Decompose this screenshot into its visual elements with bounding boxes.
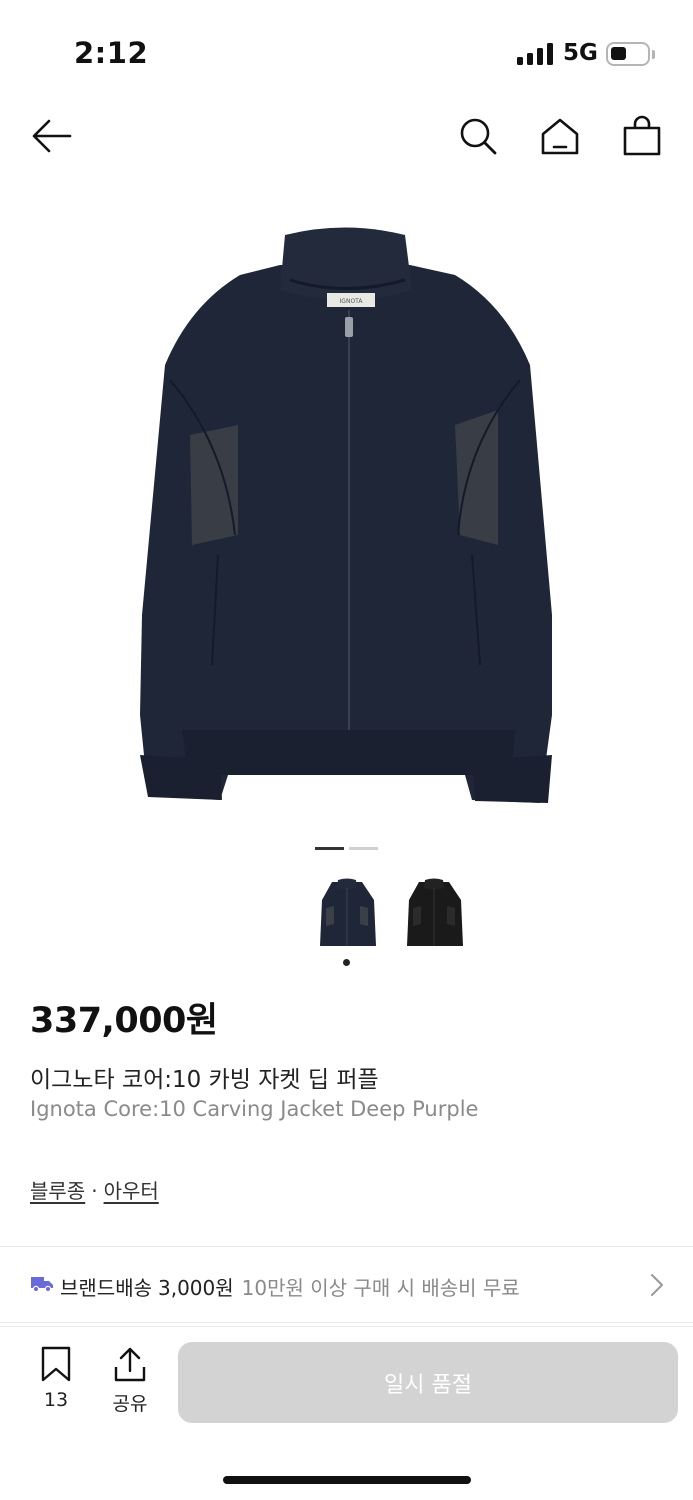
category-link-outer[interactable]: 아우터: [104, 1179, 159, 1203]
product-name-ko: 이그노타 코어:10 카빙 자켓 딥 퍼플: [30, 1067, 379, 1093]
carousel-indicator: [315, 847, 379, 851]
shipping-note: 10만원 이상 구매 시 배송비 무료: [241, 1276, 520, 1300]
share-icon: [114, 1347, 146, 1382]
product-name-en: Ignota Core:10 Carving Jacket Deep Purpl…: [30, 1097, 479, 1121]
category-link-blouson[interactable]: 블루종: [30, 1179, 85, 1203]
battery-icon: [606, 42, 650, 66]
thumbnail-selected-dot: [343, 959, 350, 966]
color-thumbnails: [310, 872, 480, 952]
thumbnail-navy[interactable]: [310, 872, 384, 952]
chevron-right-icon: [651, 1274, 663, 1296]
shipping-fee: 3,000원: [158, 1276, 234, 1300]
network-label: 5G: [563, 40, 598, 66]
share-label: 공유: [112, 1393, 148, 1415]
shopping-bag-icon[interactable]: [620, 114, 664, 158]
category-breadcrumb: 블루종 · 아우터: [30, 1175, 159, 1204]
carousel-indicator-inactive: [349, 847, 378, 850]
home-indicator[interactable]: [223, 1476, 471, 1484]
battery-cap: [652, 50, 655, 59]
category-separator: ·: [91, 1179, 98, 1203]
truck-icon: [31, 1277, 53, 1293]
divider: [0, 1246, 693, 1247]
search-icon[interactable]: [456, 114, 500, 158]
shipping-label: 브랜드배송: [60, 1276, 152, 1300]
shipping-text: 브랜드배송 3,000원 10만원 이상 구매 시 배송비 무료: [60, 1272, 520, 1301]
shipping-info-row[interactable]: 브랜드배송 3,000원 10만원 이상 구매 시 배송비 무료: [0, 1248, 693, 1322]
battery-fill: [611, 47, 627, 60]
thumbnail-black[interactable]: [397, 872, 471, 952]
bookmark-button[interactable]: 13: [34, 1345, 78, 1415]
status-bar: 2:12 5G: [0, 0, 693, 100]
soldout-button[interactable]: 일시 품절: [178, 1342, 678, 1423]
share-button[interactable]: 공유: [106, 1345, 154, 1415]
bottom-action-bar: 13 공유 일시 품절: [0, 1326, 693, 1500]
status-time: 2:12: [74, 36, 149, 70]
bookmark-icon: [41, 1346, 71, 1382]
signal-icon: [517, 43, 555, 65]
carousel-indicator-active: [315, 847, 344, 850]
home-icon[interactable]: [538, 114, 582, 158]
product-price: 337,000원: [30, 1001, 218, 1041]
back-arrow-icon[interactable]: [30, 114, 74, 158]
divider: [0, 1322, 693, 1323]
nav-bar: [0, 100, 693, 170]
svg-text:IGNOTA: IGNOTA: [340, 298, 364, 305]
product-main-image[interactable]: IGNOTA: [120, 215, 573, 815]
bookmark-count: 13: [43, 1389, 69, 1411]
